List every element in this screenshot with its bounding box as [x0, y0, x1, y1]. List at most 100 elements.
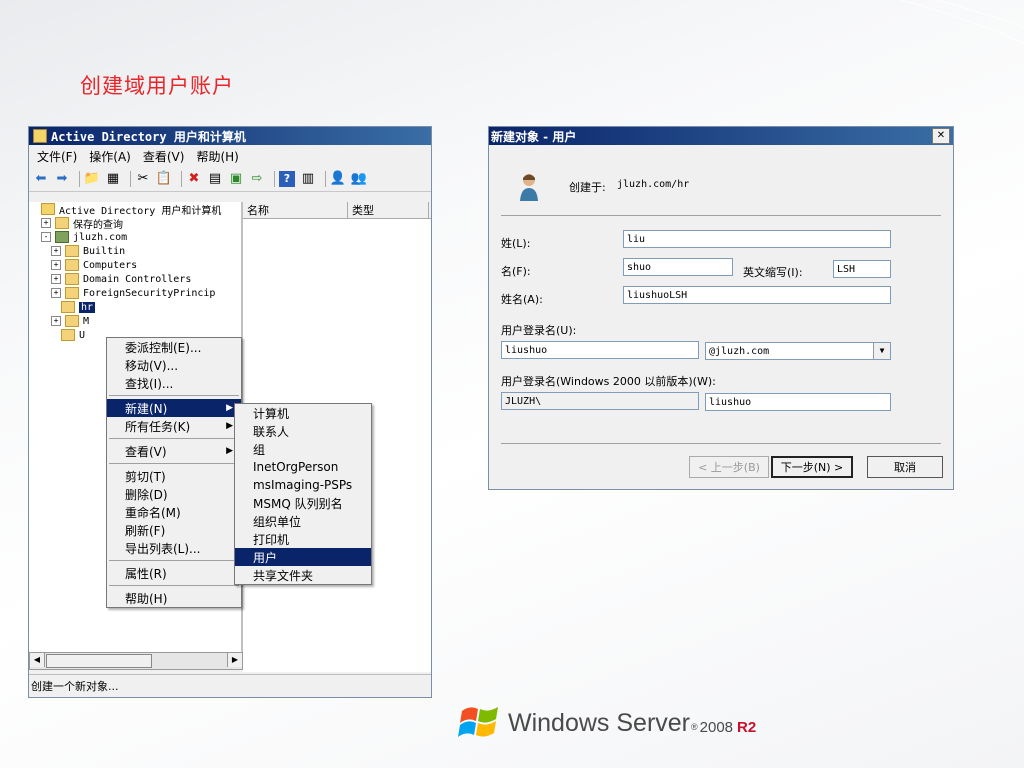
- context-menu-item-label: 移动(V)...: [125, 358, 179, 373]
- first-name-field[interactable]: shuo: [623, 258, 733, 276]
- new-submenu-item[interactable]: 共享文件夹: [235, 566, 371, 584]
- menu-separator: [109, 585, 239, 586]
- tree-item[interactable]: + M: [29, 314, 241, 328]
- context-menu-item-label: 导出列表(L)...: [125, 541, 201, 556]
- last-name-label: 姓(L):: [501, 237, 531, 250]
- new-submenu-item[interactable]: 联系人: [235, 422, 371, 440]
- new-submenu-item[interactable]: InetOrgPerson: [235, 458, 371, 476]
- expand-icon[interactable]: +: [51, 274, 61, 284]
- new-submenu-item[interactable]: 用户: [235, 548, 371, 566]
- tree-item[interactable]: - jluzh.com: [29, 230, 241, 244]
- context-menu-item[interactable]: 查找(I)...: [107, 374, 241, 392]
- context-menu-item[interactable]: 所有任务(K) ▶: [107, 417, 241, 435]
- context-menu-item[interactable]: 新建(N) ▶: [107, 399, 241, 417]
- expand-icon[interactable]: +: [51, 246, 61, 256]
- tree-item[interactable]: + Domain Controllers: [29, 272, 241, 286]
- close-icon[interactable]: ✕: [932, 128, 950, 144]
- context-menu-item[interactable]: 查看(V) ▶: [107, 442, 241, 460]
- scroll-left-arrow-icon[interactable]: ◀: [30, 653, 45, 667]
- initials-field[interactable]: LSH: [833, 260, 891, 278]
- menu-view[interactable]: 查看(V): [143, 148, 185, 165]
- show-tree-icon[interactable]: ▦: [105, 171, 121, 187]
- collapse-icon[interactable]: -: [41, 232, 51, 242]
- tree-item[interactable]: hr: [29, 300, 241, 314]
- tree-item-label: Domain Controllers: [83, 273, 192, 285]
- expand-icon[interactable]: +: [51, 260, 61, 270]
- folder-icon: [55, 217, 69, 229]
- tree-horizontal-scrollbar[interactable]: ◀ ▶: [29, 652, 243, 670]
- expand-icon[interactable]: +: [51, 316, 61, 326]
- next-button[interactable]: 下一步(N) >: [771, 456, 853, 478]
- new-submenu-item[interactable]: 组: [235, 440, 371, 458]
- context-menu-item-label: 剪切(T): [125, 469, 166, 484]
- help-icon[interactable]: ?: [279, 171, 295, 187]
- new-user-dialog: 新建对象 - 用户 ✕ 创建于: jluzh.com/hr 姓(L): liu …: [488, 126, 954, 490]
- upn-suffix-select[interactable]: @jluzh.com ▼: [705, 342, 891, 360]
- aduc-titlebar: Active Directory 用户和计算机: [29, 127, 431, 145]
- console-icon[interactable]: ▥: [300, 171, 316, 187]
- new-submenu-item-label: 共享文件夹: [253, 568, 314, 583]
- new-submenu-item-label: 组: [253, 442, 266, 457]
- context-menu-item[interactable]: 刷新(F): [107, 521, 241, 539]
- logon-name-field[interactable]: liushuo: [501, 341, 699, 359]
- new-submenu-item-label: MSMQ 队列别名: [253, 496, 343, 511]
- full-name-field[interactable]: liushuoLSH: [623, 286, 891, 304]
- menu-file[interactable]: 文件(F): [37, 148, 77, 165]
- context-menu-item[interactable]: 删除(D): [107, 485, 241, 503]
- context-menu-item[interactable]: 导出列表(L)...: [107, 539, 241, 557]
- expand-icon[interactable]: +: [51, 288, 61, 298]
- export-icon[interactable]: ⇨: [249, 171, 265, 187]
- new-submenu-item[interactable]: 组织单位: [235, 512, 371, 530]
- scroll-thumb[interactable]: [46, 654, 152, 668]
- details-column-header: 名称 类型: [243, 202, 431, 219]
- refresh-icon[interactable]: ▣: [228, 171, 244, 187]
- context-menu-item[interactable]: 委派控制(E)...: [107, 338, 241, 356]
- new-submenu-item[interactable]: msImaging-PSPs: [235, 476, 371, 494]
- context-menu-item[interactable]: 剪切(T): [107, 467, 241, 485]
- new-submenu-item-label: msImaging-PSPs: [253, 478, 353, 492]
- menu-separator: [109, 438, 239, 439]
- tree-item[interactable]: + ForeignSecurityPrincip: [29, 286, 241, 300]
- context-menu-item-label: 删除(D): [125, 487, 168, 502]
- dropdown-arrow-icon[interactable]: ▼: [873, 343, 890, 359]
- new-submenu-item[interactable]: 计算机: [235, 404, 371, 422]
- new-user-icon[interactable]: 👤: [330, 171, 346, 187]
- dialog-divider: [501, 215, 941, 216]
- new-submenu-item[interactable]: MSMQ 队列别名: [235, 494, 371, 512]
- created-in-value: jluzh.com/hr: [617, 179, 690, 190]
- menu-action[interactable]: 操作(A): [89, 148, 131, 165]
- tree-item[interactable]: + Computers: [29, 258, 241, 272]
- expand-icon[interactable]: +: [41, 218, 51, 228]
- folder-icon: [65, 287, 79, 299]
- copy-icon[interactable]: 📋: [156, 171, 172, 187]
- context-menu-item[interactable]: 帮助(H): [107, 589, 241, 607]
- tree-item[interactable]: + 保存的查询: [29, 216, 241, 231]
- tree-item[interactable]: Active Directory 用户和计算机: [29, 202, 241, 217]
- context-menu-item-label: 查看(V): [125, 444, 167, 459]
- forward-arrow-icon[interactable]: ➡: [54, 171, 70, 187]
- up-folder-icon[interactable]: 📁: [84, 171, 100, 187]
- tree-item-label: 保存的查询: [73, 219, 123, 231]
- scroll-right-arrow-icon[interactable]: ▶: [227, 653, 242, 667]
- back-arrow-icon[interactable]: ⬅: [33, 171, 49, 187]
- column-type[interactable]: 类型: [348, 202, 429, 218]
- menu-help[interactable]: 帮助(H): [196, 148, 238, 165]
- context-menu-item[interactable]: 属性(R): [107, 564, 241, 582]
- new-group-icon[interactable]: 👥: [351, 171, 367, 187]
- new-submenu-item[interactable]: 打印机: [235, 530, 371, 548]
- tree-item-label: jluzh.com: [73, 231, 128, 243]
- folder-icon: [61, 329, 75, 341]
- last-name-field[interactable]: liu: [623, 230, 891, 248]
- column-name[interactable]: 名称: [243, 202, 348, 218]
- cut-icon[interactable]: ✂: [135, 171, 151, 187]
- context-menu-item[interactable]: 重命名(M): [107, 503, 241, 521]
- pre2000-logon-field[interactable]: liushuo: [705, 393, 891, 411]
- properties-icon[interactable]: ▤: [207, 171, 223, 187]
- delete-icon[interactable]: ✖: [186, 171, 202, 187]
- context-menu-item[interactable]: 移动(V)...: [107, 356, 241, 374]
- submenu-arrow-icon: ▶: [226, 403, 233, 413]
- cancel-button[interactable]: 取消: [867, 456, 943, 478]
- tree-item[interactable]: + Builtin: [29, 244, 241, 258]
- aduc-menubar: 文件(F) 操作(A) 查看(V) 帮助(H): [29, 145, 431, 167]
- back-button[interactable]: < 上一步(B): [689, 456, 769, 478]
